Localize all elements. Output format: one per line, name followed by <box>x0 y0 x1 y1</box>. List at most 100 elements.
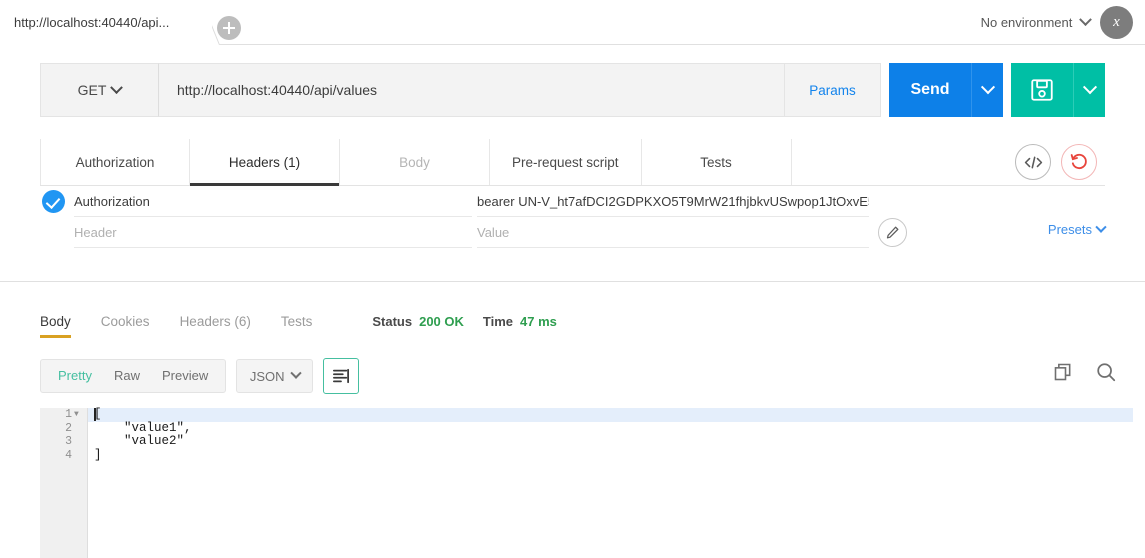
params-button[interactable]: Params <box>785 63 881 117</box>
undo-icon[interactable] <box>1061 144 1097 180</box>
request-tab-actions <box>1015 144 1097 180</box>
line-number: 2 <box>65 421 72 435</box>
search-icon[interactable] <box>1095 361 1117 388</box>
url-row: GET http://localhost:40440/api/values Pa… <box>40 63 1105 117</box>
save-button[interactable] <box>1011 63 1073 117</box>
environment-selector[interactable]: No environment <box>980 13 1092 30</box>
tab-response-tests[interactable]: Tests <box>281 304 313 338</box>
tab-headers[interactable]: Headers (1) <box>190 139 340 186</box>
time-value: 47 ms <box>520 313 557 329</box>
tab-response-body[interactable]: Body <box>40 304 71 338</box>
save-group <box>1011 63 1105 117</box>
method-selector[interactable]: GET <box>40 63 158 117</box>
line-text: "value2" <box>94 434 185 449</box>
request-builder: GET http://localhost:40440/api/values Pa… <box>0 45 1145 186</box>
search-icon-glyph <box>1097 363 1116 382</box>
header-value-text: bearer UN-V_ht7afDCI2GDPKXO5T9MrW21fhjbk… <box>477 193 869 209</box>
tab-strip: http://localhost:40440/api... No environ… <box>0 0 1145 45</box>
format-pretty-label: Pretty <box>58 368 92 383</box>
tab-tests[interactable]: Tests <box>642 139 792 185</box>
chevron-down-icon <box>289 367 302 379</box>
tab-tests-label: Tests <box>700 154 732 170</box>
send-options-button[interactable] <box>971 63 1003 117</box>
headers-table: Authorization bearer UN-V_ht7afDCI2GDPKX… <box>0 186 1145 248</box>
tab-response-headers[interactable]: Headers (6) <box>180 304 251 338</box>
response-actions <box>1053 361 1117 388</box>
language-selector[interactable]: JSON <box>236 359 314 393</box>
text-cursor <box>94 408 96 421</box>
copy-icon[interactable] <box>1053 362 1073 387</box>
send-group: Send <box>889 63 1003 117</box>
eye-icon-glyph: x <box>1113 14 1120 30</box>
header-enabled-checkbox[interactable] <box>42 190 65 213</box>
header-key-input-empty[interactable]: Header <box>74 217 472 248</box>
language-label: JSON <box>249 368 285 384</box>
pencil-icon-glyph <box>886 226 899 239</box>
chevron-down-icon <box>1095 221 1107 233</box>
format-preview-label: Preview <box>161 368 209 383</box>
wrap-lines-icon-glyph <box>333 368 350 384</box>
environment-area: No environment x <box>981 6 1133 39</box>
copy-icon-glyph <box>1054 363 1071 381</box>
url-input[interactable]: http://localhost:40440/api/values <box>158 63 785 117</box>
tab-pre-request-script[interactable]: Pre-request script <box>490 139 642 185</box>
response-toolbar: Pretty Raw Preview JSON <box>40 358 1116 394</box>
method-label: GET <box>77 82 107 98</box>
params-label: Params <box>809 82 856 98</box>
tab-response-cookies[interactable]: Cookies <box>101 304 150 338</box>
tab-response-headers-label: Headers (6) <box>179 313 251 329</box>
format-raw-label: Raw <box>113 368 140 383</box>
table-row-empty: Header Value Presets <box>40 217 1107 248</box>
request-tab[interactable]: http://localhost:40440/api... <box>0 0 212 45</box>
tab-headers-label: Headers (1) <box>228 154 301 170</box>
code-line: 3 "value2" <box>65 434 1133 449</box>
code-line: 2 "value1", <box>65 420 1133 436</box>
presets-label: Presets <box>1047 222 1092 237</box>
header-value-input[interactable]: bearer UN-V_ht7afDCI2GDPKXO5T9MrW21fhjbk… <box>477 186 869 217</box>
request-tabs: Authorization Headers (1) Body Pre-reque… <box>40 139 1105 186</box>
pencil-icon[interactable] <box>878 218 907 247</box>
line-number: 1 <box>65 408 72 421</box>
response-pane: Body Cookies Headers (6) Tests Status 20… <box>0 282 1145 558</box>
header-value-input-empty[interactable]: Value <box>477 217 869 248</box>
tab-response-tests-label: Tests <box>280 313 313 329</box>
line-text: "value1", <box>94 420 192 435</box>
environment-label: No environment <box>980 15 1073 30</box>
chevron-down-icon <box>110 80 124 94</box>
fold-toggle-icon[interactable]: ▼ <box>74 408 79 422</box>
eye-icon[interactable]: x <box>1100 6 1133 39</box>
code-line: 1 ▼ [ <box>65 407 1133 422</box>
table-row: Authorization bearer UN-V_ht7afDCI2GDPKX… <box>40 186 1105 217</box>
plus-icon[interactable] <box>217 16 241 40</box>
floppy-disk-icon <box>1031 79 1053 101</box>
response-status: Status 200 OK Time 47 ms <box>372 314 557 329</box>
header-key-input[interactable]: Authorization <box>74 186 472 217</box>
chevron-down-icon <box>1079 13 1092 27</box>
response-tabs: Body Cookies Headers (6) Tests Status 20… <box>40 304 1105 338</box>
save-options-button[interactable] <box>1073 63 1105 117</box>
send-label: Send <box>910 81 950 98</box>
code-lines: 1 ▼ [ 2 "value1", 3 "value2" 4 ] <box>65 407 1133 558</box>
header-key-value: Authorization <box>74 193 150 209</box>
status-badge: 200 OK <box>419 313 464 329</box>
request-tab-label: http://localhost:40440/api... <box>14 15 170 30</box>
time-label: Time <box>482 313 514 329</box>
format-pretty-button[interactable]: Pretty <box>47 359 103 393</box>
send-button[interactable]: Send <box>889 63 971 117</box>
format-raw-button[interactable]: Raw <box>103 359 151 393</box>
line-number: 4 <box>65 448 72 462</box>
response-body-editor[interactable]: 1 ▼ [ 2 "value1", 3 "value2" 4 ] <box>40 407 1133 558</box>
tab-response-body-label: Body <box>40 313 71 329</box>
tab-body-label: Body <box>399 154 430 170</box>
wrap-lines-icon[interactable] <box>323 358 360 394</box>
url-text: http://localhost:40440/api/values <box>177 82 378 98</box>
code-icon[interactable] <box>1015 144 1051 180</box>
tab-body[interactable]: Body <box>340 139 490 185</box>
presets-button[interactable]: Presets <box>1047 221 1107 237</box>
format-preview-button[interactable]: Preview <box>151 359 219 393</box>
tab-authorization-label: Authorization <box>75 154 155 170</box>
chevron-down-icon <box>980 80 995 95</box>
tab-authorization[interactable]: Authorization <box>40 139 190 185</box>
header-value-placeholder: Value <box>477 224 510 240</box>
header-key-placeholder: Header <box>74 224 117 240</box>
